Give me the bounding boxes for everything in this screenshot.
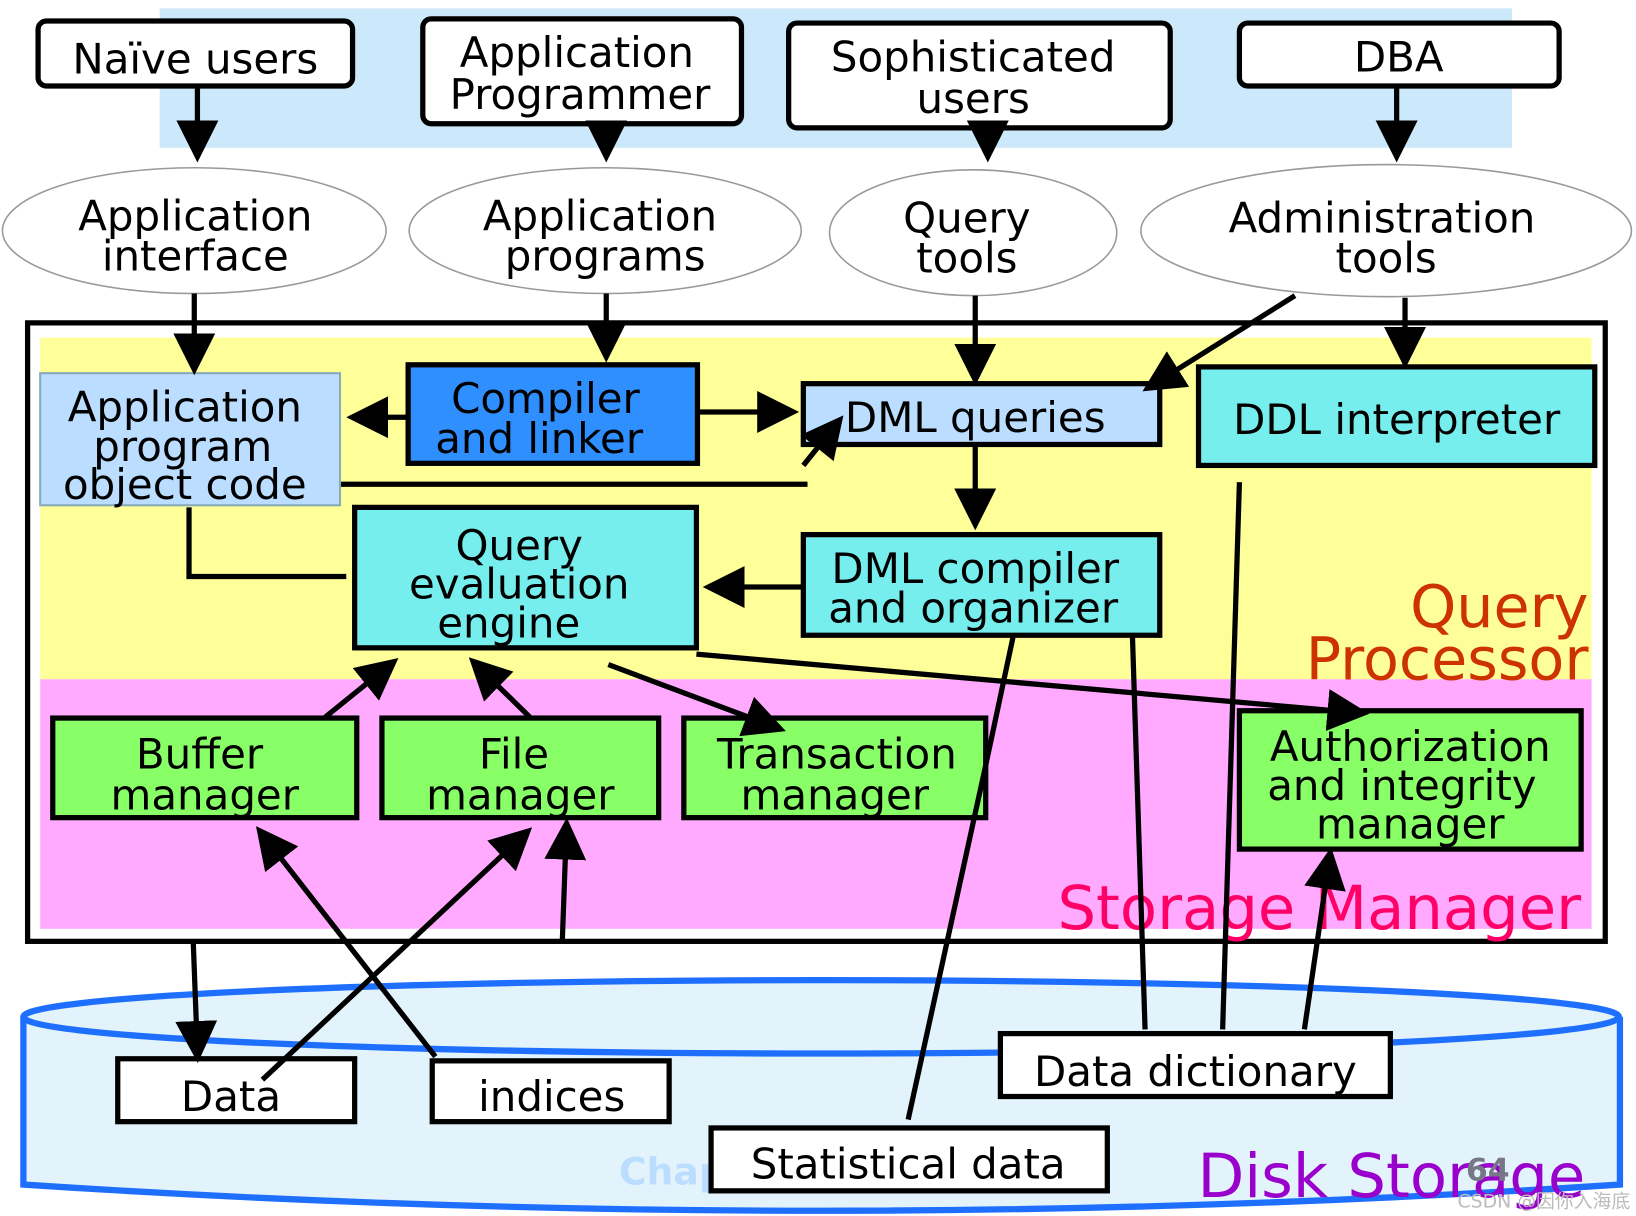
box-label: DDL interpreter xyxy=(1233,395,1561,444)
watermark: CSDN @因你入海底 xyxy=(1457,1191,1630,1213)
naive-users-label: Naïve users xyxy=(72,34,318,83)
box-label: manager xyxy=(741,770,930,819)
box-label: Data dictionary xyxy=(1034,1047,1357,1096)
box-label: Statistical data xyxy=(751,1139,1066,1188)
box-label: DML queries xyxy=(845,393,1106,442)
box-label: manager xyxy=(426,770,615,819)
tool-label: interface xyxy=(102,231,289,280)
box-label: and organizer xyxy=(828,584,1119,633)
box-label: manager xyxy=(1316,800,1505,849)
query-processor-label: Processor xyxy=(1306,625,1590,693)
box-label: object code xyxy=(63,460,307,509)
tool-label: tools xyxy=(1336,234,1437,283)
tool-label: tools xyxy=(916,234,1017,283)
box-label: and linker xyxy=(435,414,644,463)
box-label: manager xyxy=(111,770,300,819)
tool-label: programs xyxy=(505,231,706,280)
sophisticated-users-label: users xyxy=(917,74,1030,123)
database-system-architecture-diagram: Naïve users Application Programmer Sophi… xyxy=(1,8,1633,1214)
box-label: engine xyxy=(437,598,580,647)
box-label: indices xyxy=(478,1072,625,1121)
page-number: 64 xyxy=(1466,1152,1510,1188)
app-programmer-label: Programmer xyxy=(450,70,712,119)
dba-label: DBA xyxy=(1354,32,1444,81)
